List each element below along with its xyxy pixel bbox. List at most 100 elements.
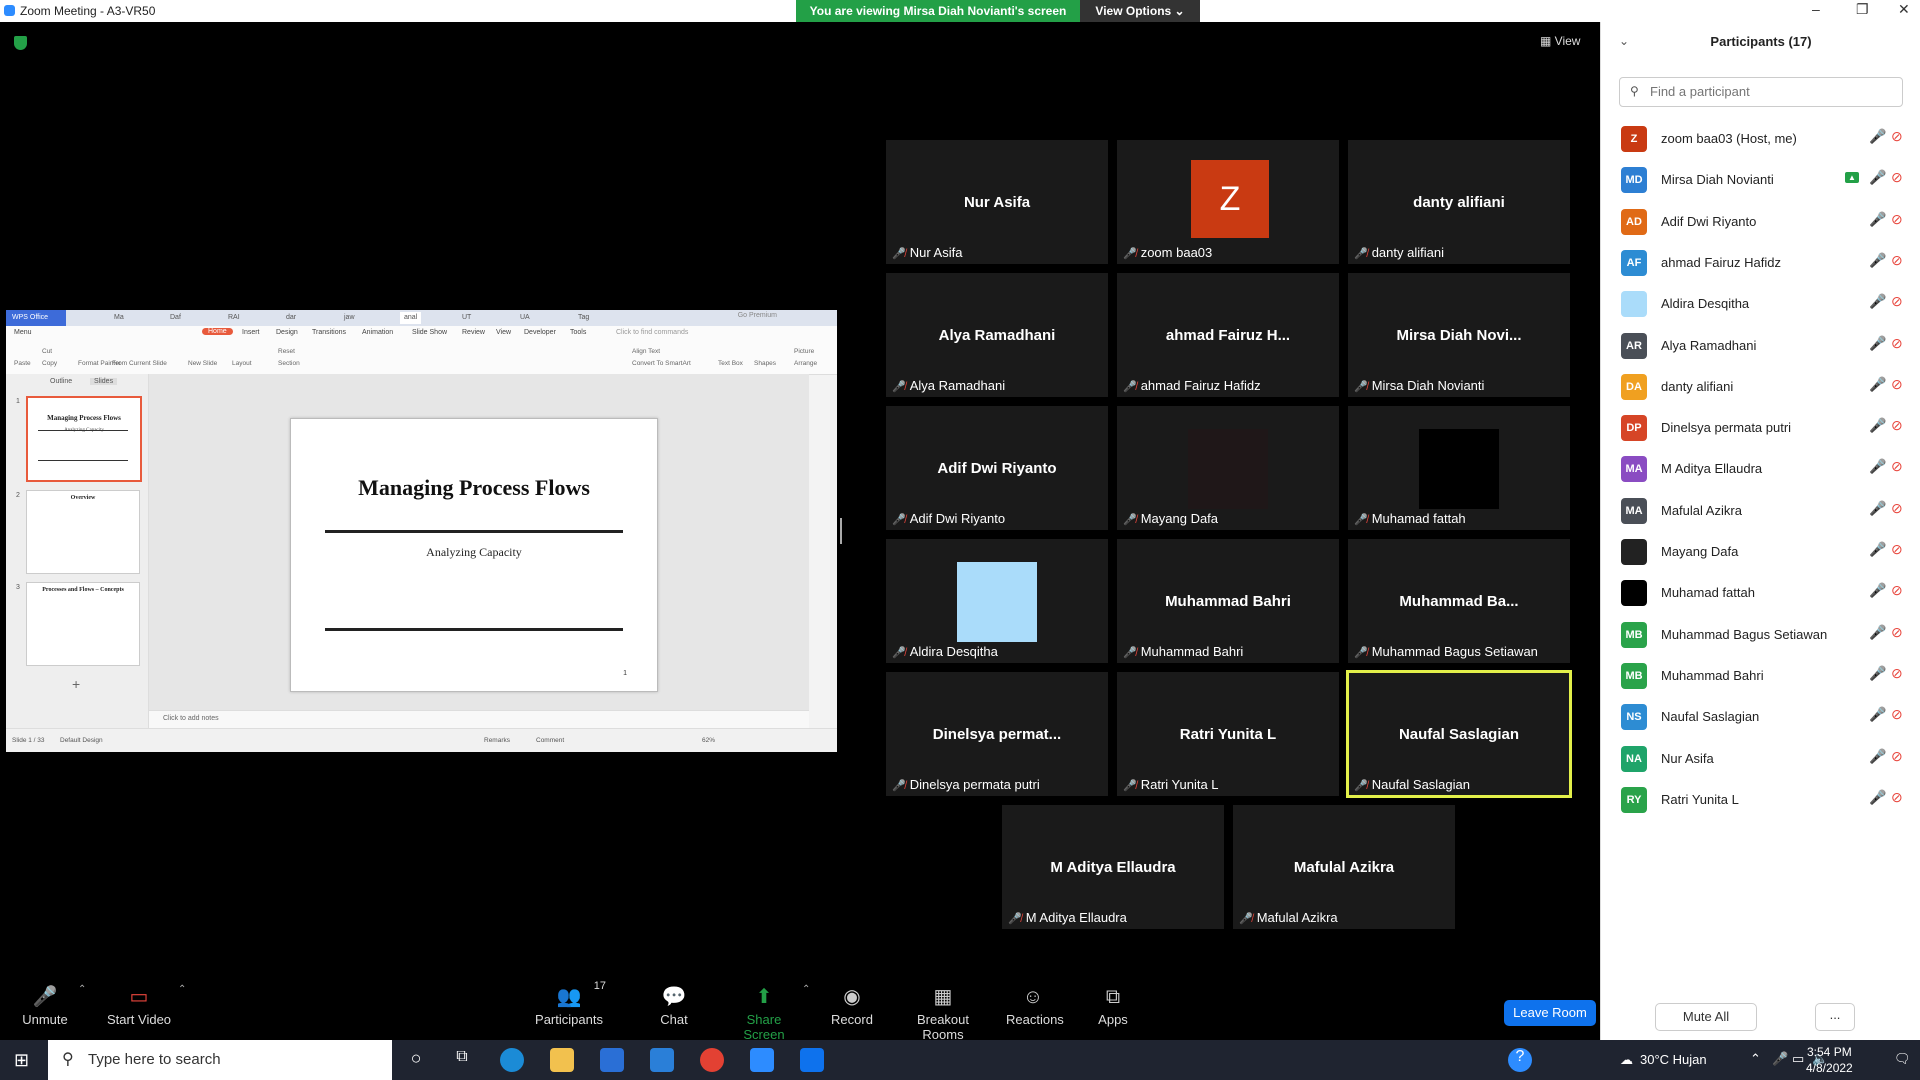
network-icon[interactable]: ▭ [1792, 1051, 1804, 1067]
windows-start-icon[interactable]: ⊞ [14, 1050, 29, 1071]
split-handle[interactable] [840, 518, 842, 544]
text-box-button[interactable]: Text Box [718, 360, 743, 367]
zoom-level[interactable]: 62% [702, 737, 715, 744]
wps-app-tab[interactable]: WPS Office [6, 310, 66, 326]
muted-mic-icon[interactable]: 🎤 [1869, 128, 1886, 145]
from-current-slide-button[interactable]: From Current Slide [112, 360, 167, 367]
menu-button[interactable]: Menu [14, 329, 32, 336]
tab-slide-show[interactable]: Slide Show [412, 329, 447, 336]
shapes-button[interactable]: Shapes [754, 360, 776, 367]
tab-tools[interactable]: Tools [570, 329, 586, 336]
video-off-icon[interactable]: ⊘ [1891, 748, 1903, 765]
close-icon[interactable]: ✕ [1898, 1, 1910, 18]
reactions-button[interactable]: ☺ Reactions [1006, 980, 1064, 1040]
file-explorer-icon[interactable] [550, 1048, 574, 1072]
video-tile[interactable]: Muhammad Ba... 🎤̸ Muhammad Bagus Setiawan [1348, 539, 1570, 663]
doc-tab[interactable]: UT [458, 312, 475, 324]
muted-mic-icon[interactable]: 🎤 [1869, 624, 1886, 641]
participant-row[interactable]: Aldira Desqitha 🎤 ⊘ [1601, 283, 1920, 324]
copy-button[interactable]: Copy [42, 360, 57, 367]
slide-thumbnail[interactable]: Processes and Flows – Concepts [26, 582, 140, 666]
video-tile-active-speaker[interactable]: Naufal Saslagian 🎤̸ Naufal Saslagian [1346, 670, 1572, 798]
mail-icon[interactable] [650, 1048, 674, 1072]
paste-button[interactable]: Paste [14, 360, 31, 367]
align-text-button[interactable]: Align Text [632, 348, 660, 355]
video-off-icon[interactable]: ⊘ [1891, 128, 1903, 145]
video-off-icon[interactable]: ⊘ [1891, 458, 1903, 475]
convert-smartart-button[interactable]: Convert To SmartArt [632, 360, 691, 367]
video-off-icon[interactable]: ⊘ [1891, 211, 1903, 228]
video-tile[interactable]: Mafulal Azikra 🎤̸ Mafulal Azikra [1233, 805, 1455, 929]
video-tile[interactable]: Dinelsya permat... 🎤̸ Dinelsya permata pu… [886, 672, 1108, 796]
store-icon[interactable] [600, 1048, 624, 1072]
tab-transitions[interactable]: Transitions [312, 329, 346, 336]
edge-icon[interactable] [500, 1048, 524, 1072]
cut-button[interactable]: Cut [42, 348, 52, 355]
video-off-icon[interactable]: ⊘ [1891, 252, 1903, 269]
muted-mic-icon[interactable]: 🎤 [1869, 335, 1886, 352]
doc-tab[interactable]: jaw [340, 312, 359, 324]
participant-row[interactable]: MA M Aditya Ellaudra 🎤 ⊘ [1601, 448, 1920, 489]
tab-design[interactable]: Design [276, 329, 298, 336]
task-view-icon[interactable]: ⧉ [450, 1048, 474, 1072]
participant-row[interactable]: AD Adif Dwi Riyanto 🎤 ⊘ [1601, 201, 1920, 242]
video-off-icon[interactable]: ⊘ [1891, 293, 1903, 310]
section-button[interactable]: Section [278, 360, 300, 367]
add-slide-icon[interactable]: + [72, 676, 80, 692]
participant-search[interactable]: ⚲ [1619, 77, 1903, 107]
taskbar-search[interactable]: ⚲ Type here to search [48, 1040, 392, 1080]
slide-thumbnail[interactable]: Managing Process Flows Analyzing Capacit… [26, 396, 142, 482]
video-tile[interactable]: Ratri Yunita L 🎤̸ Ratri Yunita L [1117, 672, 1339, 796]
muted-mic-icon[interactable]: 🎤 [1869, 706, 1886, 723]
maximize-icon[interactable]: ❐ [1856, 1, 1869, 18]
notifications-icon[interactable]: 🗨 [1894, 1051, 1911, 1067]
participant-row[interactable]: RY Ratri Yunita L 🎤 ⊘ [1601, 779, 1920, 820]
search-input[interactable] [1648, 83, 1892, 100]
tab-view[interactable]: View [496, 329, 511, 336]
video-tile[interactable]: Mirsa Diah Novi... 🎤̸ Mirsa Diah Novianti [1348, 273, 1570, 397]
find-commands[interactable]: Click to find commands [616, 329, 688, 336]
muted-mic-icon[interactable]: 🎤 [1869, 748, 1886, 765]
video-tile[interactable]: M Aditya Ellaudra 🎤̸ M Aditya Ellaudra [1002, 805, 1224, 929]
video-off-icon[interactable]: ⊘ [1891, 706, 1903, 723]
leave-room-button[interactable]: Leave Room [1504, 1000, 1596, 1026]
tab-review[interactable]: Review [462, 329, 485, 336]
participant-row[interactable]: NS Naufal Saslagian 🎤 ⊘ [1601, 696, 1920, 737]
tab-insert[interactable]: Insert [242, 329, 260, 336]
picture-button[interactable]: Picture [794, 348, 814, 355]
muted-mic-icon[interactable]: 🎤 [1869, 458, 1886, 475]
share-options-caret[interactable]: ⌃ [796, 980, 810, 1040]
muted-mic-icon[interactable]: 🎤 [1869, 211, 1886, 228]
participant-row[interactable]: DP Dinelsya permata putri 🎤 ⊘ [1601, 407, 1920, 448]
tab-animation[interactable]: Animation [362, 329, 393, 336]
participant-row[interactable]: NA Nur Asifa 🎤 ⊘ [1601, 738, 1920, 779]
cortana-icon[interactable]: ○ [404, 1048, 428, 1072]
slide-thumbnail[interactable]: Overview [26, 490, 140, 574]
video-off-icon[interactable]: ⊘ [1891, 376, 1903, 393]
audio-options-caret[interactable]: ⌃ [72, 980, 86, 1040]
participant-row[interactable]: DA danty alifiani 🎤 ⊘ [1601, 366, 1920, 407]
video-off-icon[interactable]: ⊘ [1891, 500, 1903, 517]
minimize-icon[interactable]: – [1812, 1, 1820, 17]
muted-mic-icon[interactable]: 🎤 [1869, 417, 1886, 434]
participant-row[interactable]: MD Mirsa Diah Novianti ▲ 🎤 ⊘ [1601, 159, 1920, 200]
taskbar-clock[interactable]: 3:54 PM 4/8/2022 [1806, 1044, 1853, 1076]
muted-mic-icon[interactable]: 🎤 [1869, 665, 1886, 682]
muted-mic-icon[interactable]: 🎤 [1869, 500, 1886, 517]
video-tile[interactable]: Muhammad Bahri 🎤̸ Muhammad Bahri [1117, 539, 1339, 663]
participant-row[interactable]: MB Muhammad Bagus Setiawan 🎤 ⊘ [1601, 614, 1920, 655]
video-off-icon[interactable]: ⊘ [1891, 789, 1903, 806]
record-button[interactable]: ◉ Record [830, 980, 874, 1040]
tab-developer[interactable]: Developer [524, 329, 556, 336]
tab-home[interactable]: Home [202, 328, 233, 335]
video-off-icon[interactable]: ⊘ [1891, 335, 1903, 352]
encryption-shield-icon[interactable] [14, 36, 27, 50]
tab-slides[interactable]: Slides [90, 378, 118, 385]
layout-button[interactable]: Layout [232, 360, 252, 367]
help-icon[interactable]: ? [1508, 1048, 1532, 1072]
muted-mic-icon[interactable]: 🎤 [1869, 582, 1886, 599]
video-off-icon[interactable]: ⊘ [1891, 624, 1903, 641]
notes-area[interactable]: Click to add notes [149, 710, 809, 729]
participants-button[interactable]: 👥 17 Participants [534, 980, 606, 1040]
muted-mic-icon[interactable]: 🎤 [1869, 169, 1886, 186]
